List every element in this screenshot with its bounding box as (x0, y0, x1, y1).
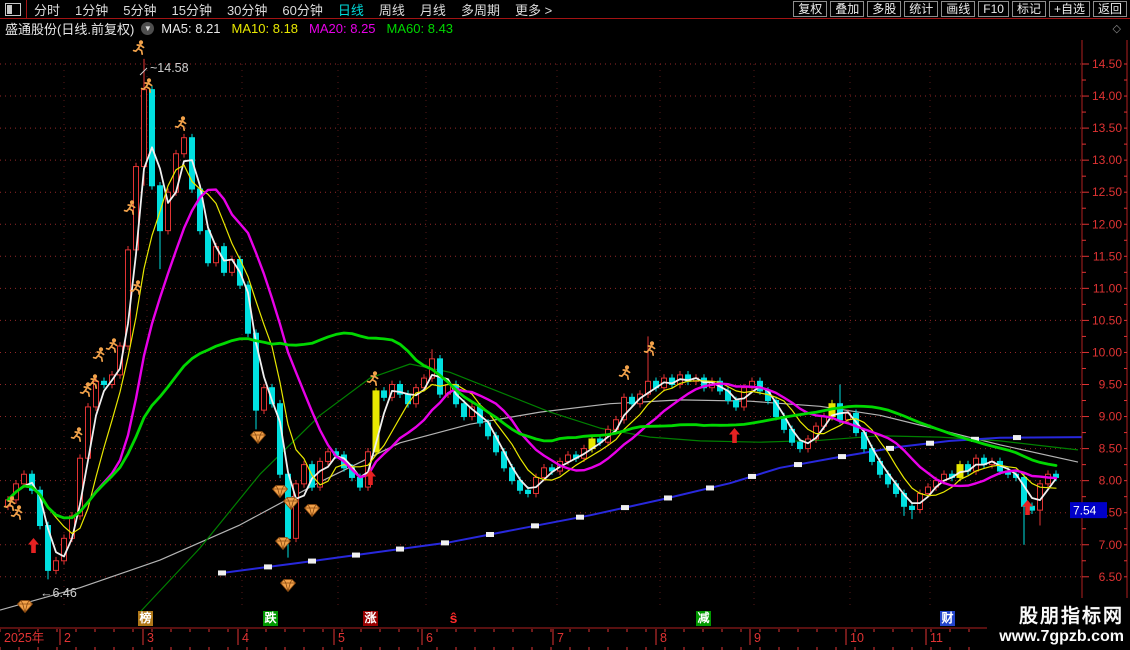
low-price-annotation: ←6.46 (40, 586, 77, 600)
period-tab-9[interactable]: 多周期 (461, 0, 500, 19)
peak-price-annotation: ~14.58 (150, 61, 189, 75)
signal-tag-4: 减 (696, 611, 711, 626)
ma-value-label-3: MA60: 8.43 (387, 21, 454, 36)
chart-markers (5, 40, 1033, 612)
y-axis-label: 12.50 (1092, 185, 1122, 199)
candles (6, 59, 1059, 579)
y-axis-label: 13.00 (1092, 153, 1122, 167)
y-axis-label: 8.50 (1099, 442, 1123, 456)
y-axis-label: 10.50 (1092, 313, 1122, 327)
watermark: 股朋指标网 www.7gpzb.com (987, 598, 1130, 650)
runner-icon (620, 365, 630, 379)
toolbar-button-4[interactable]: 画线 (941, 1, 975, 17)
toolbar-button-5[interactable]: F10 (978, 1, 1009, 17)
x-axis-label: 9 (754, 631, 761, 645)
top-toolbar: 分时 1分钟 5分钟 15分钟 30分钟 60分钟日线周线月线多周期更多 > 复权叠加多股… (0, 0, 1130, 19)
price-badge-text: 7.54 (1073, 504, 1097, 518)
y-axis-label: 9.00 (1099, 410, 1123, 424)
long-ma-gray (0, 400, 1078, 610)
period-tab-8[interactable]: 月线 (420, 0, 446, 19)
signal-tag-0: 榜 (138, 611, 153, 626)
signal-tag-5: 财 (940, 611, 955, 626)
ma-value-label-0: MA5: 8.21 (161, 21, 220, 36)
runner-icon (72, 427, 82, 441)
x-axis-label: 3 (147, 631, 154, 645)
diamond-icon (281, 580, 296, 592)
x-axis-label: 4 (242, 631, 249, 645)
y-axis-label: 9.50 (1099, 378, 1123, 392)
y-axis-label: 8.00 (1099, 474, 1123, 488)
period-tab-6[interactable]: 日线 (338, 0, 364, 19)
period-tab-2[interactable]: 5分钟 (123, 0, 156, 19)
diamond-icon (305, 505, 320, 517)
x-axis: 2025年 2 3 4 5 6 7 8 9 10 11 (0, 628, 1130, 650)
runner-icon (107, 338, 117, 352)
chart-grid (0, 64, 1082, 610)
runner-icon (134, 40, 144, 54)
period-tab-0[interactable]: 分时 (34, 0, 60, 19)
chevron-down-icon[interactable]: ▼ (141, 22, 154, 35)
up-arrow-icon (28, 538, 39, 553)
toolbar-button-7[interactable]: +自选 (1049, 1, 1090, 17)
y-axis-label: 10.00 (1092, 345, 1122, 359)
candlestick-chart[interactable]: ~14.58 ←6.46 14.50 14.00 13.50 13.00 12.50 12.0… (0, 0, 1130, 650)
toolbar-button-3[interactable]: 统计 (904, 1, 938, 17)
period-menu: 分时 1分钟 5分钟 15分钟 30分钟 60分钟日线周线月线多周期更多 > (34, 0, 552, 18)
toolbar-right-buttons: 复权叠加多股统计画线F10标记+自选返回 (793, 1, 1127, 17)
toolbar-button-1[interactable]: 叠加 (830, 1, 864, 17)
toolbar-button-0[interactable]: 复权 (793, 1, 827, 17)
x-axis-label: 10 (850, 631, 864, 645)
y-axis-label: 6.50 (1099, 570, 1123, 584)
toolbar-button-8[interactable]: 返回 (1093, 1, 1127, 17)
watermark-site-name: 股朋指标网 (999, 601, 1124, 628)
signal-tag-2: 涨 (363, 611, 378, 626)
y-axis-label: 11.00 (1093, 281, 1122, 295)
ma-label-group: MA5: 8.21 MA10: 8.18 MA20: 8.25 MA60: 8.43 (161, 21, 464, 36)
y-axis-label: 12.00 (1092, 217, 1122, 231)
x-axis-label: 7 (557, 631, 564, 645)
toolbar-button-6[interactable]: 标记 (1012, 1, 1046, 17)
runner-icon (94, 347, 104, 361)
ma-value-label-1: MA10: 8.18 (232, 21, 299, 36)
diamond-icon (251, 432, 266, 444)
signal-tag-1: 跌 (263, 611, 278, 626)
x-axis-label: 8 (660, 631, 667, 645)
toolbar-separator (26, 0, 27, 18)
stock-title[interactable]: 盛通股份(日线.前复权) (5, 19, 134, 38)
ma-line-MA20 (8, 190, 1056, 518)
up-arrow-icon (729, 428, 740, 443)
x-axis-label: 2025年 (4, 631, 44, 645)
panel-toggle-icon[interactable] (5, 3, 21, 16)
panel-layout-icon[interactable]: ◇ (1113, 22, 1121, 35)
title-bar: 盛通股份(日线.前复权) ▼ MA5: 8.21 MA10: 8.18 MA20: … (0, 19, 1130, 38)
period-tab-5[interactable]: 60分钟 (282, 0, 322, 19)
toolbar-button-2[interactable]: 多股 (867, 1, 901, 17)
period-tab-4[interactable]: 30分钟 (227, 0, 267, 19)
cost-line-blue (222, 437, 1082, 573)
period-tab-3[interactable]: 15分钟 (171, 0, 211, 19)
watermark-site-url: www.7gpzb.com (999, 628, 1124, 646)
signal-tag-3: ŝ (446, 611, 461, 626)
y-axis-label: 11.50 (1093, 249, 1122, 263)
ma-value-label-2: MA20: 8.25 (309, 21, 376, 36)
x-axis-label: 5 (338, 631, 345, 645)
x-axis-label: 2 (64, 631, 71, 645)
y-axis-label: 7.00 (1099, 538, 1123, 552)
y-axis-label: 14.50 (1092, 57, 1122, 71)
diamond-icon (18, 601, 33, 613)
x-axis-label: 6 (426, 631, 433, 645)
y-axis-label: 13.50 (1092, 121, 1122, 135)
y-axis-label: 14.00 (1092, 89, 1122, 103)
runner-icon (125, 200, 135, 214)
x-axis-label: 11 (930, 631, 943, 645)
period-tab-7[interactable]: 周线 (379, 0, 405, 19)
runner-icon (645, 341, 655, 355)
y-axis: 14.50 14.00 13.50 13.00 12.50 12.00 11.50 11.00… (1070, 40, 1127, 628)
period-tab-1[interactable]: 1分钟 (75, 0, 108, 19)
period-tab-10[interactable]: 更多 > (515, 0, 552, 19)
